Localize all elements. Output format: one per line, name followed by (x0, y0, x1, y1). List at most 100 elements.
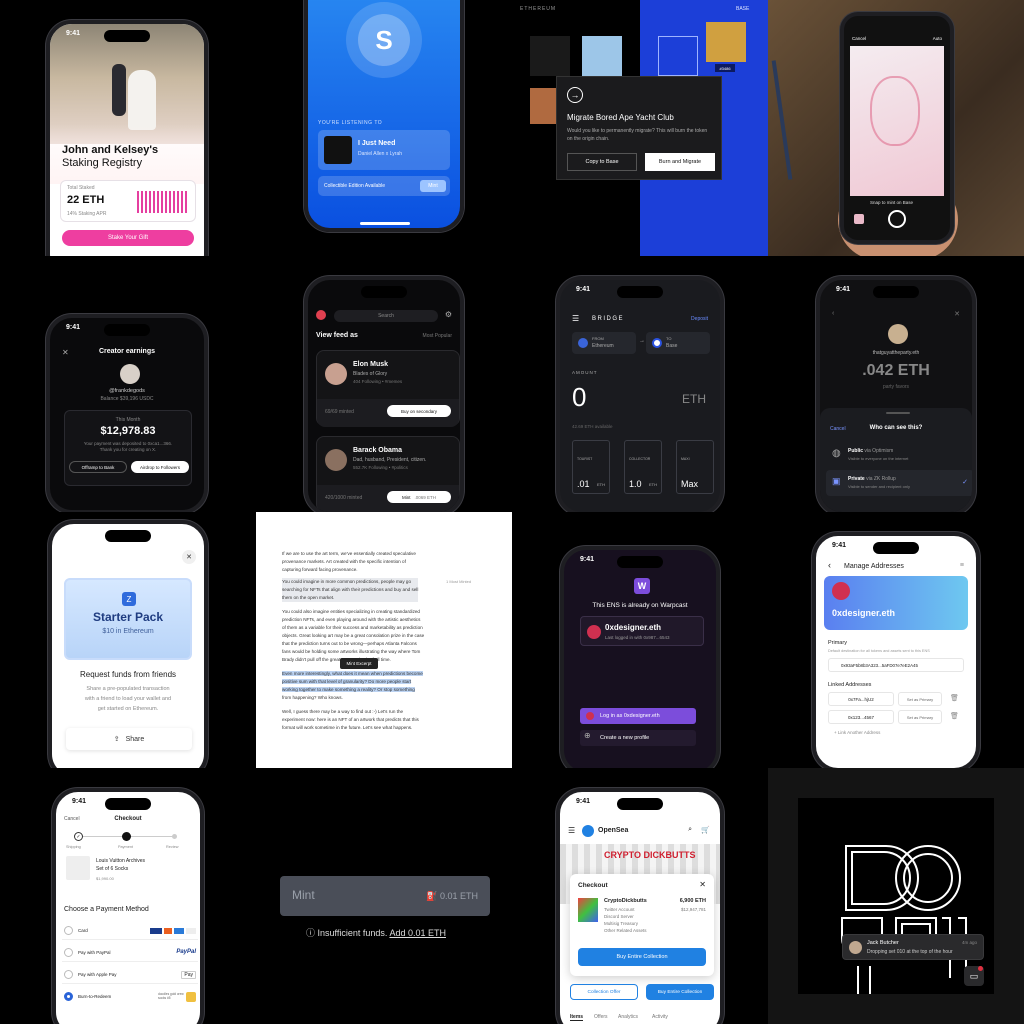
set-primary-button[interactable]: Set as Primary (898, 692, 942, 706)
linked-address[interactable]: 0x123...4567 (828, 710, 894, 724)
mint-button[interactable]: Mint .0069 ETH (387, 491, 451, 503)
mint-bar[interactable]: Mint ⛽ 0.01 ETH (280, 876, 490, 916)
menu-icon[interactable]: ☰ (572, 314, 579, 323)
to-chain[interactable]: TO Base (646, 332, 710, 354)
article-para-selected[interactable]: Even more interestingly, what does it me… (282, 670, 423, 702)
phone-frame: S YOU'RE LISTENING TO I Just Need Daniel… (304, 0, 464, 232)
link-address-button[interactable]: + Link Another Address (834, 730, 880, 735)
tile-drop-art: Jack Butcher 4m ago Dropping set 010 at … (768, 768, 1024, 1024)
offramp-button[interactable]: Offramp to Bank (69, 461, 127, 473)
product-name: Louis Vuitton Archives (96, 858, 146, 864)
request-body: get started on Ethereum. (97, 706, 159, 712)
public-via: via Optimism (864, 448, 894, 454)
tier-name: MAXI (681, 457, 690, 461)
track-card[interactable]: I Just Need Daniel Allen x Lyrah (318, 130, 450, 170)
option-burn[interactable]: Burn-to-Redeem doodles gold crew socks #… (62, 988, 198, 1006)
tier-maxi[interactable]: MAXI Max (676, 440, 714, 494)
tile-starter-pack: ✕ Z Starter Pack $10 in Ethereum Request… (0, 512, 256, 768)
back-icon[interactable]: ‹ (832, 310, 834, 317)
status-time: 9:41 (836, 286, 851, 293)
from-chain[interactable]: FROM Ethereum (572, 332, 636, 354)
mint-button[interactable]: Mint (420, 180, 446, 192)
login-button[interactable]: Log in as 0xdesigner.eth (580, 708, 696, 724)
minted-count: 420/1000 minted (325, 495, 363, 501)
nft-slot[interactable] (658, 36, 698, 76)
tab-items[interactable]: Items (570, 1014, 584, 1021)
airdrop-button[interactable]: Airdrop to Followers (131, 461, 189, 473)
cart-icon[interactable]: 🛒 (701, 826, 710, 834)
mint-excerpt-tooltip[interactable]: Mint Excerpt (340, 658, 378, 669)
close-icon[interactable]: ✕ (699, 880, 706, 889)
ens-name: 0xdesigner.eth (832, 608, 896, 618)
copy-to-base-button[interactable]: Copy to Base (567, 153, 637, 171)
stake-gift-button[interactable]: Stake Your Gift (62, 230, 194, 246)
search-icon[interactable]: ⌕ (688, 826, 692, 834)
avatar (888, 324, 908, 344)
tier-tourist[interactable]: TOURIST .01 ETH (572, 440, 610, 494)
applepay-logo-icon: Pay (181, 971, 196, 979)
card-elon[interactable]: Elon Musk Blades of Glory 404 Following … (316, 350, 460, 427)
close-icon[interactable]: ✕ (954, 310, 960, 318)
shazam-logo-icon[interactable]: S (358, 14, 410, 66)
linked-address[interactable]: 0x7Fa...hjU2 (828, 692, 894, 706)
tab-offers[interactable]: Offers (594, 1014, 608, 1020)
collection-offer-button[interactable]: Collection Offer (570, 984, 638, 1000)
unit-select[interactable]: ETH (682, 392, 706, 406)
primary-desc: Default destination for all tokens and a… (828, 649, 930, 653)
trash-icon[interactable]: 🗑 (950, 694, 959, 702)
option-label: Burn-to-Redeem (78, 994, 112, 999)
menu-icon[interactable]: ≡ (960, 562, 964, 569)
notification-toast[interactable]: Jack Butcher 4m ago Dropping set 010 at … (842, 934, 984, 960)
card-obama[interactable]: Barack Obama Dad, husband, President, ci… (316, 436, 460, 512)
status-time: 9:41 (580, 556, 595, 563)
option-private[interactable]: ▣ Private via ZK Rollup Visible to sende… (826, 470, 972, 496)
tier-collector[interactable]: COLLECTOR 1.0 ETH (624, 440, 662, 494)
deposit-dropdown[interactable]: Deposit (691, 316, 708, 322)
primary-address[interactable]: 0x93aF5b8b3A323...5aFD07e7eE2A45 (828, 658, 964, 672)
shutter-button[interactable] (888, 210, 906, 228)
artwork-frame (798, 798, 994, 994)
auto-toggle[interactable]: Auto (933, 36, 942, 41)
menu-icon[interactable]: ☰ (568, 826, 575, 835)
burn-migrate-button[interactable]: Burn and Migrate (645, 153, 715, 171)
search-input[interactable]: Search (334, 310, 438, 322)
share-button[interactable]: ⇪ Share (66, 728, 192, 750)
article-para: Well, I guess there may be a way to find… (282, 709, 419, 730)
profile-avatar[interactable] (316, 310, 326, 320)
tile-checkout: 9:41 Cancel Checkout ✓ Shipping Payment … (0, 768, 256, 1024)
sender-name: Jack Butcher (867, 940, 899, 946)
option-applepay[interactable]: Pay with Apple Pay Pay (62, 966, 198, 984)
add-funds-link[interactable]: Add 0.01 ETH (389, 928, 446, 938)
amount-input[interactable]: 0 (572, 382, 586, 413)
back-icon[interactable]: ‹ (828, 560, 831, 570)
set-primary-button[interactable]: Set as Primary (898, 710, 942, 724)
tile-opensea: 9:41 ☰ OpenSea ⌕ 🛒 CRYPTO DICKBUTTS Chec… (512, 768, 768, 1024)
gear-icon[interactable]: ⚙ (445, 310, 452, 319)
asset-line: Other Related Assets (604, 928, 647, 933)
tab-activity[interactable]: Activity (652, 1014, 668, 1020)
cancel-button[interactable]: Cancel (852, 36, 866, 41)
primary-label: Primary (828, 640, 847, 646)
warpcast-logo-icon: W (634, 578, 650, 594)
buy-secondary-button[interactable]: Buy on secondary (387, 405, 451, 417)
sort-dropdown[interactable]: Most Popular (423, 333, 452, 339)
gallery-thumb[interactable] (854, 214, 864, 224)
camera-hint: Snap to mint on Base (870, 200, 914, 205)
article-para-minted[interactable]: You could imagine in more common predict… (282, 578, 419, 602)
migrate-dialog: → Migrate Bored Ape Yacht Club Would you… (556, 76, 722, 180)
nft-thumb[interactable] (706, 22, 746, 62)
option-paypal[interactable]: Pay with PayPal PayPal (62, 944, 198, 962)
starter-pack-card[interactable]: Z Starter Pack $10 in Ethereum (64, 578, 192, 660)
buy-entire-button[interactable]: Buy Entire Collection (646, 984, 714, 1000)
tab-analytics[interactable]: Analytics (618, 1014, 638, 1020)
close-icon[interactable]: ✕ (182, 550, 196, 564)
option-public[interactable]: ◍ Public via Optimism Visible to everyon… (826, 442, 972, 468)
buy-collection-button[interactable]: Buy Entire Collection (578, 948, 706, 966)
trash-icon[interactable]: 🗑 (950, 712, 959, 720)
option-card[interactable]: Card (62, 922, 198, 940)
nft-thumb[interactable] (530, 36, 570, 76)
total-label: Total Staked (67, 185, 95, 191)
total-usd: $12,947,781 (680, 907, 706, 912)
create-profile-button[interactable]: Create a new profile (580, 730, 696, 746)
nft-thumb[interactable] (582, 36, 622, 76)
